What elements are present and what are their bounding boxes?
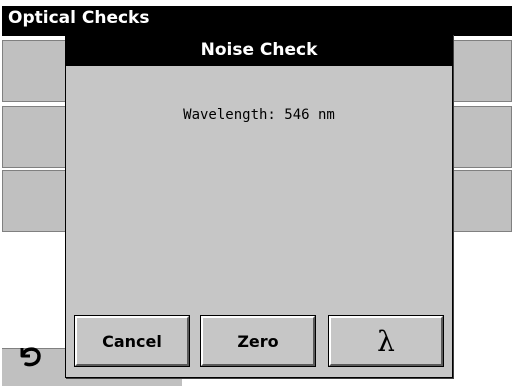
wavelength-readout: Wavelength: 546 nm	[183, 107, 335, 123]
background-titlebar: Optical Checks	[2, 6, 512, 36]
instrument-screen: Optical Checks Noise Check Wavelength: 5…	[2, 6, 512, 386]
background-title: Optical Checks	[8, 8, 150, 28]
noise-check-dialog: Noise Check Wavelength: 546 nm Cancel Ze…	[65, 34, 453, 378]
back-button[interactable]	[12, 336, 48, 372]
cancel-button-label: Cancel	[102, 331, 162, 351]
zero-button-label: Zero	[237, 331, 279, 351]
dialog-title: Noise Check	[66, 35, 452, 66]
back-arrow-icon	[20, 347, 41, 367]
cancel-button[interactable]: Cancel	[74, 315, 190, 367]
wavelength-button[interactable]: λ	[328, 315, 444, 367]
lambda-icon: λ	[377, 324, 395, 358]
zero-button[interactable]: Zero	[200, 315, 316, 367]
